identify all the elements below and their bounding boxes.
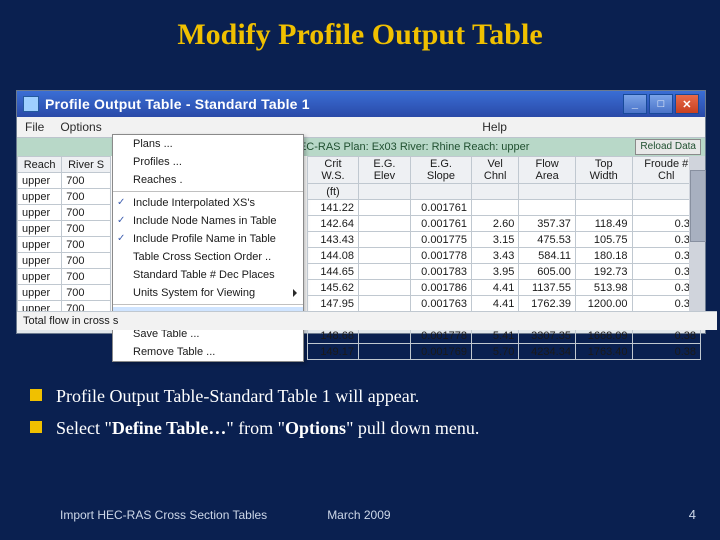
status-text: Total flow in cross s	[17, 311, 717, 330]
menu-item[interactable]: ✓Include Interpolated XS's	[113, 194, 303, 212]
close-button[interactable]: ✕	[675, 94, 699, 114]
menu-file[interactable]: File	[25, 120, 44, 134]
slide-title: Modify Profile Output Table	[0, 18, 720, 52]
maximize-button[interactable]: □	[649, 94, 673, 114]
menu-item[interactable]: Plans ...	[113, 135, 303, 153]
col-rivers[interactable]: River S	[62, 157, 111, 173]
bullet-2: Select "Define Table…" from "Options" pu…	[56, 412, 479, 444]
app-window: Profile Output Table - Standard Table 1 …	[16, 90, 706, 334]
footer: Import HEC-RAS Cross Section TablesMarch…	[60, 508, 391, 522]
menu-options[interactable]: Options	[60, 120, 101, 134]
scrollbar[interactable]	[689, 156, 705, 330]
menu-item[interactable]: Units System for Viewing	[113, 284, 303, 302]
page-number: 4	[689, 507, 696, 522]
menu-item[interactable]: Remove Table ...	[113, 343, 303, 361]
menu-item[interactable]: Profiles ...	[113, 153, 303, 171]
plan-text: HEC-RAS Plan: Ex03 River: Rhine Reach: u…	[291, 141, 529, 153]
menu-help[interactable]: Help	[482, 120, 507, 134]
titlebar[interactable]: Profile Output Table - Standard Table 1 …	[17, 91, 705, 117]
menu-item[interactable]: Table Cross Section Order ..	[113, 248, 303, 266]
scroll-thumb[interactable]	[690, 170, 706, 242]
menu-item[interactable]: Reaches .	[113, 171, 303, 189]
reload-button[interactable]: Reload Data	[635, 139, 701, 155]
menu-item[interactable]: Standard Table # Dec Places	[113, 266, 303, 284]
left-table: ReachRiver S upper700 upper700 upper700 …	[17, 156, 111, 317]
app-icon	[23, 96, 39, 112]
window-caption: Profile Output Table - Standard Table 1	[45, 96, 310, 112]
table-content: ReachRiver S upper700 upper700 upper700 …	[17, 156, 705, 330]
bullet-1: Profile Output Table-Standard Table 1 wi…	[56, 380, 419, 412]
minimize-button[interactable]: _	[623, 94, 647, 114]
menu-item[interactable]: ✓Include Profile Name in Table	[113, 230, 303, 248]
col-reach[interactable]: Reach	[18, 157, 62, 173]
bullet-list: Profile Output Table-Standard Table 1 wi…	[30, 380, 690, 444]
bullet-icon	[30, 421, 42, 433]
bullet-icon	[30, 389, 42, 401]
menu-item[interactable]: ✓Include Node Names in Table	[113, 212, 303, 230]
